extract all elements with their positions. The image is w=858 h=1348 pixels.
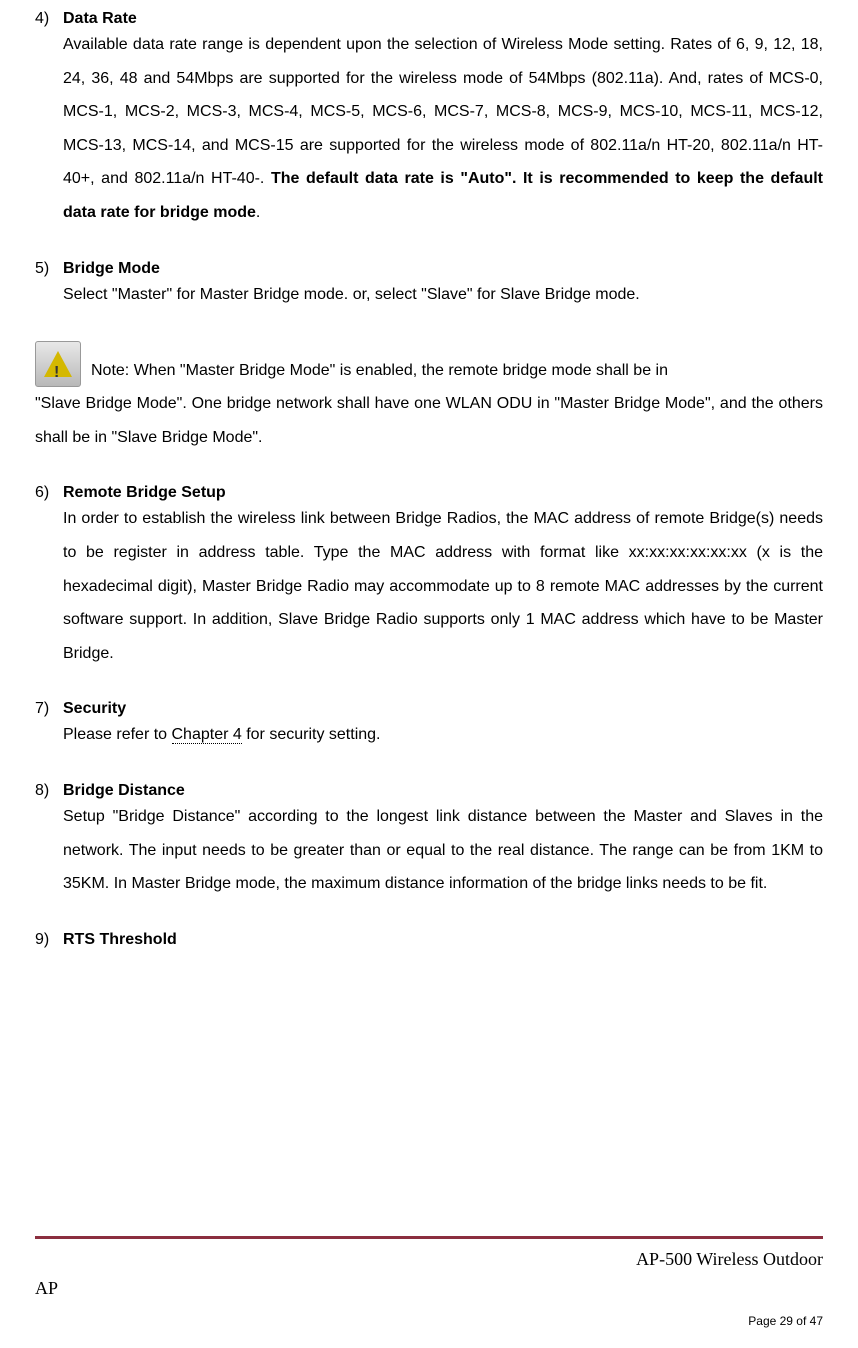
note-section: Note: When "Master Bridge Mode" is enabl… — [35, 341, 823, 454]
footer-ap: AP — [35, 1278, 823, 1299]
list-body: Available data rate range is dependent u… — [63, 28, 823, 230]
list-number: 7) — [35, 700, 63, 718]
footer-divider — [35, 1236, 823, 1239]
note-text-line1: Note: When "Master Bridge Mode" is enabl… — [91, 354, 823, 388]
list-heading-rts-threshold: RTS Threshold — [63, 931, 177, 949]
list-heading-remote-bridge: Remote Bridge Setup — [63, 484, 226, 502]
list-number: 5) — [35, 260, 63, 278]
footer: AP-500 Wireless Outdoor AP Page 29 of 47 — [35, 1236, 823, 1328]
warning-icon — [35, 341, 81, 387]
list-heading-security: Security — [63, 700, 126, 718]
chapter-link[interactable]: Chapter 4 — [172, 726, 242, 744]
body-period: . — [256, 204, 260, 221]
list-body: In order to establish the wireless link … — [63, 502, 823, 670]
list-item-5: 5) Bridge Mode Select "Master" for Maste… — [35, 260, 823, 312]
list-item-4: 4) Data Rate Available data rate range i… — [35, 10, 823, 230]
list-number: 8) — [35, 782, 63, 800]
list-number: 6) — [35, 484, 63, 502]
warning-triangle-icon — [44, 351, 72, 377]
list-heading-data-rate: Data Rate — [63, 10, 137, 28]
list-body: Please refer to Chapter 4 for security s… — [63, 718, 823, 752]
list-heading-bridge-distance: Bridge Distance — [63, 782, 185, 800]
list-item-6: 6) Remote Bridge Setup In order to estab… — [35, 484, 823, 670]
list-body: Setup "Bridge Distance" according to the… — [63, 800, 823, 901]
body-text-2: for security setting. — [242, 726, 381, 743]
list-body: Select "Master" for Master Bridge mode. … — [63, 278, 823, 312]
page-number: Page 29 of 47 — [35, 1314, 823, 1328]
list-heading-bridge-mode: Bridge Mode — [63, 260, 160, 278]
list-number: 4) — [35, 10, 63, 28]
list-item-9: 9) RTS Threshold — [35, 931, 823, 949]
note-text-line2: "Slave Bridge Mode". One bridge network … — [35, 387, 823, 454]
body-text: Please refer to — [63, 726, 172, 743]
body-text: Available data rate range is dependent u… — [63, 36, 823, 187]
list-number: 9) — [35, 931, 63, 949]
footer-product: AP-500 Wireless Outdoor — [35, 1249, 823, 1270]
list-item-8: 8) Bridge Distance Setup "Bridge Distanc… — [35, 782, 823, 901]
list-item-7: 7) Security Please refer to Chapter 4 fo… — [35, 700, 823, 752]
